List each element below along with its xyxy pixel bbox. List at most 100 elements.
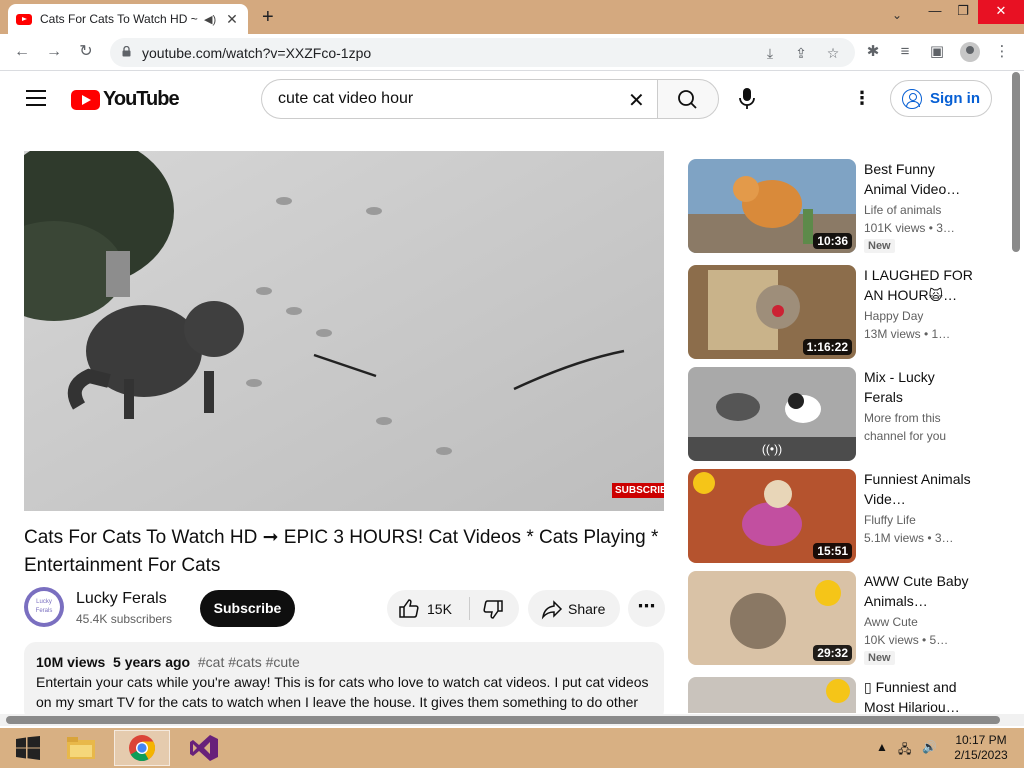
video-title: Cats For Cats To Watch HD ➞ EPIC 3 HOURS… (24, 527, 659, 576)
clear-search-icon[interactable]: ✕ (628, 88, 645, 113)
recommendation-item[interactable]: 29:32 AWW Cute Baby Animals… Aww Cute 10… (688, 571, 988, 667)
sign-in-label: Sign in (930, 90, 980, 107)
chrome-menu-icon[interactable]: ⋮ (991, 41, 1013, 63)
chrome-taskbar-icon[interactable] (114, 730, 170, 766)
mix-playlist-icon: ((•)) (688, 437, 856, 461)
browser-tab[interactable]: Cats For Cats To Watch HD ~ ◀) ✕ (8, 4, 248, 34)
tab-close-icon[interactable]: ✕ (226, 11, 238, 28)
side-panel-icon[interactable]: ▣ (926, 41, 948, 63)
video-thumbnail[interactable]: 15:51 (688, 469, 856, 563)
rec-channel: Happy Day (864, 309, 924, 323)
rec-channel: Aww Cute (864, 615, 918, 629)
restore-button[interactable]: ❐ (946, 0, 980, 24)
like-divider (469, 597, 470, 620)
duration-badge: 15:51 (813, 543, 852, 559)
youtube-logo[interactable]: YouTube (71, 88, 180, 111)
channel-avatar-text: Lucky Ferals (28, 591, 60, 623)
clock-date: 2/15/2023 (954, 748, 1008, 762)
video-thumbnail[interactable]: 29:32 (688, 571, 856, 665)
search-query: cute cat video hour (278, 90, 414, 107)
microphone-icon[interactable] (736, 86, 758, 112)
search-input[interactable]: cute cat video hour ✕ (261, 79, 657, 119)
video-thumbnail[interactable]: 1:16:22 (688, 265, 856, 359)
thumbs-down-icon[interactable] (481, 597, 505, 621)
video-thumbnail[interactable] (688, 677, 856, 713)
recommendation-item[interactable]: ▯ Funniest and Most Hilariou… (688, 677, 988, 713)
subscriber-count: 45.4K subscribers (76, 612, 173, 626)
forward-button[interactable]: → (42, 41, 66, 65)
rec-meta: 5.1M views • 3… (864, 531, 954, 545)
video-thumbnail[interactable]: ((•)) (688, 367, 856, 461)
network-icon[interactable]: 🖧 (898, 740, 911, 761)
hashtags[interactable]: #cat #cats #cute (198, 654, 300, 670)
chrome-logo-icon (129, 735, 156, 762)
channel-name[interactable]: Lucky Ferals (76, 590, 167, 608)
sign-in-button[interactable]: Sign in (890, 80, 992, 117)
youtube-favicon-icon (16, 13, 32, 25)
search-icon (678, 90, 697, 109)
rec-meta: 13M views • 1… (864, 327, 951, 341)
share-arrow-icon (541, 600, 563, 620)
vertical-scrollbar[interactable] (1012, 72, 1020, 252)
visual-studio-icon[interactable] (176, 730, 232, 766)
share-button[interactable]: Share (528, 590, 620, 627)
recommendation-item[interactable]: 1:16:22 I LAUGHED FOR AN HOUR🙀… Happy Da… (688, 265, 988, 361)
recommendation-item[interactable]: ((•)) Mix - Lucky Ferals More from this … (688, 367, 988, 463)
duration-badge: 29:32 (813, 645, 852, 661)
windows-taskbar: ▲ 🖧 🔊 10:17 PM 2/15/2023 (0, 728, 1024, 768)
rec-title: Funniest Animals Vide… (864, 471, 971, 507)
like-dislike-group: 15K (387, 590, 519, 627)
duration-badge: 1:16:22 (802, 339, 852, 355)
clock-time: 10:17 PM (955, 733, 1007, 747)
show-hidden-icons[interactable]: ▲ (876, 740, 888, 754)
extensions-icon[interactable]: ✱ (862, 41, 884, 63)
settings-menu-icon[interactable]: ⋮ (852, 88, 872, 108)
video-player[interactable]: SUBSCRIBE (24, 151, 664, 511)
new-badge: New (864, 651, 895, 665)
search-button[interactable] (657, 79, 719, 119)
like-button[interactable]: 15K (387, 590, 469, 627)
file-explorer-icon[interactable] (53, 730, 109, 766)
start-button[interactable] (0, 730, 56, 766)
rec-title: I LAUGHED FOR AN HOUR🙀… (864, 267, 973, 303)
subscribe-button[interactable]: Subscribe (200, 590, 295, 627)
window-close-button[interactable]: ✕ (978, 0, 1024, 24)
windows-logo-icon (16, 736, 40, 760)
tab-title: Cats For Cats To Watch HD ~ (40, 12, 198, 26)
like-count: 15K (427, 601, 452, 617)
horizontal-scrollbar[interactable] (6, 716, 1000, 724)
speaker-icon[interactable]: ◀) (204, 13, 216, 26)
rec-title: Best Funny Animal Video… (864, 161, 961, 197)
share-page-icon[interactable]: ⇪ (792, 45, 810, 61)
rec-meta: 101K views • 3… (864, 221, 955, 235)
address-bar[interactable]: youtube.com/watch?v=XXZFco-1zpo ⤓ ⇪ ☆ (110, 38, 855, 67)
thumbnail-image (688, 677, 856, 713)
browser-tabstrip: Cats For Cats To Watch HD ~ ◀) ✕ + ⌄ — ❐… (0, 0, 1024, 34)
more-actions-button[interactable]: ⋯ (628, 590, 665, 627)
reload-button[interactable]: ↻ (74, 41, 98, 65)
channel-avatar[interactable]: Lucky Ferals (24, 587, 64, 627)
upload-age: 5 years ago (113, 654, 191, 670)
recommendation-item[interactable]: 15:51 Funniest Animals Vide… Fluffy Life… (688, 469, 988, 565)
browser-toolbar: ← → ↻ youtube.com/watch?v=XXZFco-1zpo ⤓ … (0, 34, 1024, 71)
rec-title: ▯ Funniest and Most Hilariou… (864, 679, 960, 713)
user-circle-icon (902, 88, 922, 109)
install-app-icon[interactable]: ⤓ (761, 45, 779, 61)
url-text: youtube.com/watch?v=XXZFco-1zpo (142, 45, 372, 61)
new-badge: New (864, 239, 895, 253)
video-thumbnail[interactable]: 10:36 (688, 159, 856, 253)
duration-badge: 10:36 (813, 233, 852, 249)
video-frame (24, 151, 664, 511)
system-clock[interactable]: 10:17 PM 2/15/2023 (946, 733, 1016, 763)
back-button[interactable]: ← (10, 41, 34, 65)
volume-icon[interactable]: 🔊 (922, 740, 937, 754)
profile-avatar-icon[interactable] (960, 42, 980, 62)
new-tab-button[interactable]: + (262, 6, 274, 29)
bookmark-star-icon[interactable]: ☆ (824, 45, 842, 61)
subscribe-watermark[interactable]: SUBSCRIBE (612, 483, 664, 498)
description-box[interactable]: 10M views 5 years ago #cat #cats #cute E… (24, 642, 664, 722)
media-controls-icon[interactable]: ≡ (894, 41, 916, 63)
recommendation-item[interactable]: 10:36 Best Funny Animal Video… Life of a… (688, 159, 988, 255)
tab-search-chevron-icon[interactable]: ⌄ (892, 8, 902, 22)
hamburger-menu-icon[interactable] (26, 90, 46, 106)
